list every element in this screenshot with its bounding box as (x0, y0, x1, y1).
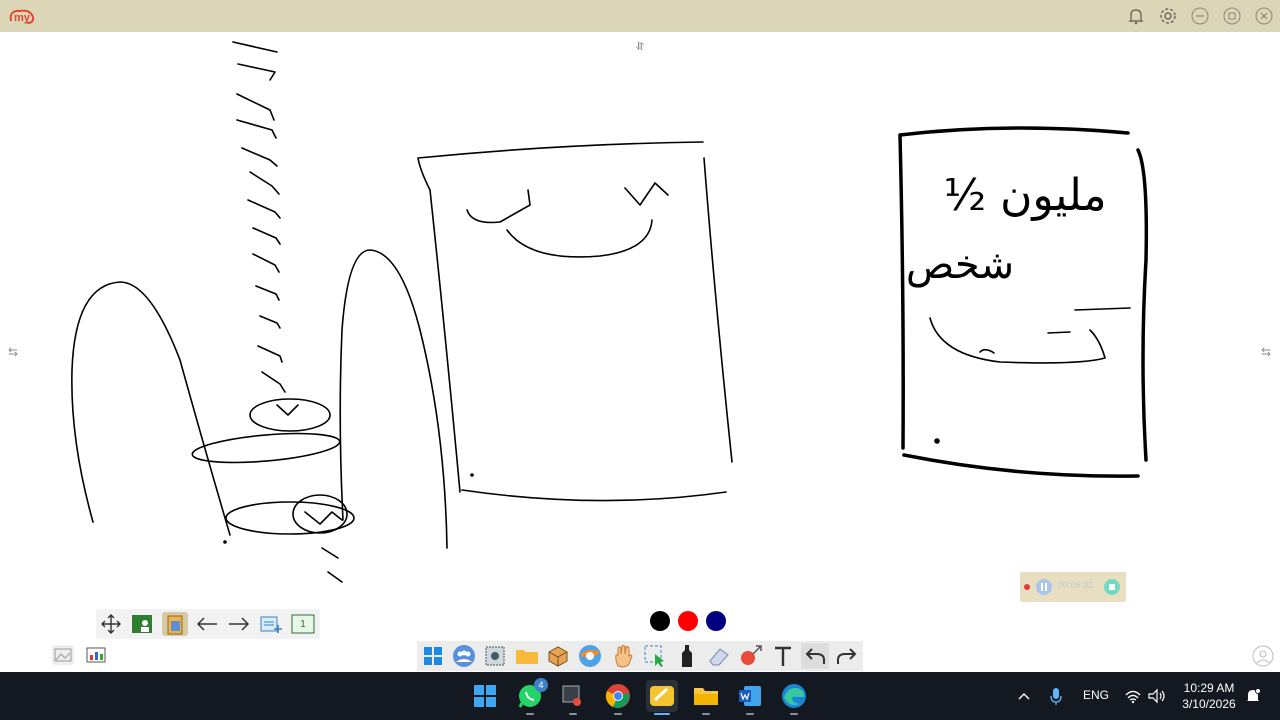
snipping-icon[interactable] (557, 680, 589, 715)
left-panel-toggle-icon[interactable]: ⇆ (3, 342, 23, 362)
screen-recorder: 00:06:32 (1020, 572, 1126, 602)
sketch-face-left (466, 189, 531, 224)
word-icon[interactable] (734, 680, 766, 715)
title-bar: my (0, 0, 1280, 32)
bell-icon[interactable] (1126, 6, 1146, 26)
app-running-indicator (790, 713, 798, 715)
windows-start-icon[interactable] (469, 680, 501, 712)
board-icon[interactable] (129, 612, 155, 636)
arabic-person: شخص (906, 242, 1014, 288)
pen-color-red[interactable] (678, 611, 698, 631)
sketch-check-column (232, 41, 286, 393)
stop-icon[interactable] (1104, 579, 1120, 595)
right-panel-toggle-icon[interactable]: ⇆ (1256, 342, 1276, 362)
sketch-small-ellipse (249, 398, 331, 432)
top-center-glyph: ⥯ (635, 40, 644, 53)
wifi-icon[interactable] (1124, 687, 1142, 705)
sketch-check-small (276, 404, 299, 416)
restore-icon[interactable] (1222, 6, 1242, 26)
microphone-icon[interactable] (1048, 686, 1064, 706)
app-running-indicator (526, 713, 534, 715)
page-icon[interactable]: 1 (290, 612, 316, 636)
language-indicator[interactable]: ENG (1083, 688, 1109, 702)
chart-thumbnail-icon[interactable] (85, 645, 107, 665)
image-thumbnail-icon[interactable] (52, 645, 74, 665)
screenshot-icon[interactable] (481, 643, 509, 669)
sketch-wide-ellipse-top (191, 432, 341, 464)
sketch-zigzag (304, 511, 343, 583)
sketch-middle-arch (339, 249, 448, 549)
browser-icon[interactable] (576, 643, 604, 669)
pause-icon[interactable] (1036, 579, 1052, 595)
sketch-face-right (624, 182, 669, 206)
whiteboard-icon[interactable] (646, 680, 678, 715)
people-icon[interactable] (450, 643, 478, 669)
move-icon[interactable] (98, 612, 124, 636)
volume-icon[interactable] (1147, 687, 1167, 705)
app-active-indicator (654, 713, 670, 715)
app-running-indicator (569, 713, 577, 715)
file-explorer-icon[interactable] (690, 680, 722, 715)
record-indicator-icon (1024, 584, 1030, 590)
sketch-center-box (417, 141, 733, 502)
svg-text:my: my (14, 12, 31, 24)
arabic-half-million: ½ مليون (943, 170, 1106, 221)
pen-color-navy[interactable] (706, 611, 726, 631)
page-number: 1 (300, 618, 306, 630)
hand-icon[interactable] (609, 643, 637, 669)
sketch-dot-left (223, 540, 227, 544)
marker-icon[interactable] (673, 643, 701, 669)
sketch-dot (934, 438, 940, 444)
chrome-icon[interactable] (602, 680, 634, 715)
arrow-right-icon[interactable] (226, 612, 252, 636)
eraser-icon[interactable] (705, 643, 733, 669)
clock-date: 3/10/2026 (1182, 697, 1236, 711)
chevron-up-icon[interactable] (1016, 688, 1032, 704)
notification-badge: 4 (534, 678, 548, 692)
close-icon[interactable] (1254, 6, 1274, 26)
add-page-icon[interactable] (258, 612, 284, 636)
sketch-smile (506, 219, 653, 258)
logo-icon: my (9, 9, 35, 24)
sketch-left-arch (71, 281, 231, 536)
app-running-indicator (702, 713, 710, 715)
undo-icon[interactable] (801, 643, 829, 669)
sketch-right-inner (929, 307, 1131, 364)
app-logo: my (8, 6, 36, 26)
app-running-indicator (614, 713, 622, 715)
clock-time: 10:29 AM (1183, 681, 1235, 695)
recording-time: 00:06:32 (1058, 580, 1094, 590)
text-icon[interactable] (769, 643, 797, 669)
drawing-toolbar (417, 641, 863, 671)
edge-icon[interactable] (778, 680, 810, 715)
notification-bell-icon[interactable] (1244, 687, 1262, 705)
sketch-right-dot-curl (979, 348, 995, 354)
minimize-icon[interactable] (1190, 6, 1210, 26)
select-icon[interactable] (641, 643, 669, 669)
clipboard-icon[interactable] (162, 612, 188, 636)
whatsapp-icon[interactable]: 4 (514, 678, 548, 715)
app-running-indicator (746, 713, 754, 715)
sketch-dot-center (470, 473, 474, 477)
page-toolbar: 1 (96, 609, 320, 639)
user-avatar-icon[interactable] (1252, 645, 1274, 667)
system-clock[interactable]: 10:29 AM 3/10/2026 (1176, 680, 1242, 712)
windows-icon[interactable] (419, 643, 447, 669)
redo-icon[interactable] (833, 643, 861, 669)
folder-icon[interactable] (513, 643, 541, 669)
arrow-left-icon[interactable] (194, 612, 220, 636)
shapes-icon[interactable] (737, 643, 765, 669)
gear-icon[interactable] (1158, 6, 1178, 26)
box-icon[interactable] (544, 643, 572, 669)
sketch-overlap-ellipse (292, 494, 348, 534)
pen-color-black[interactable] (650, 611, 670, 631)
taskbar: 4 ENG 10:29 AM 3/10/2026 (0, 672, 1280, 720)
